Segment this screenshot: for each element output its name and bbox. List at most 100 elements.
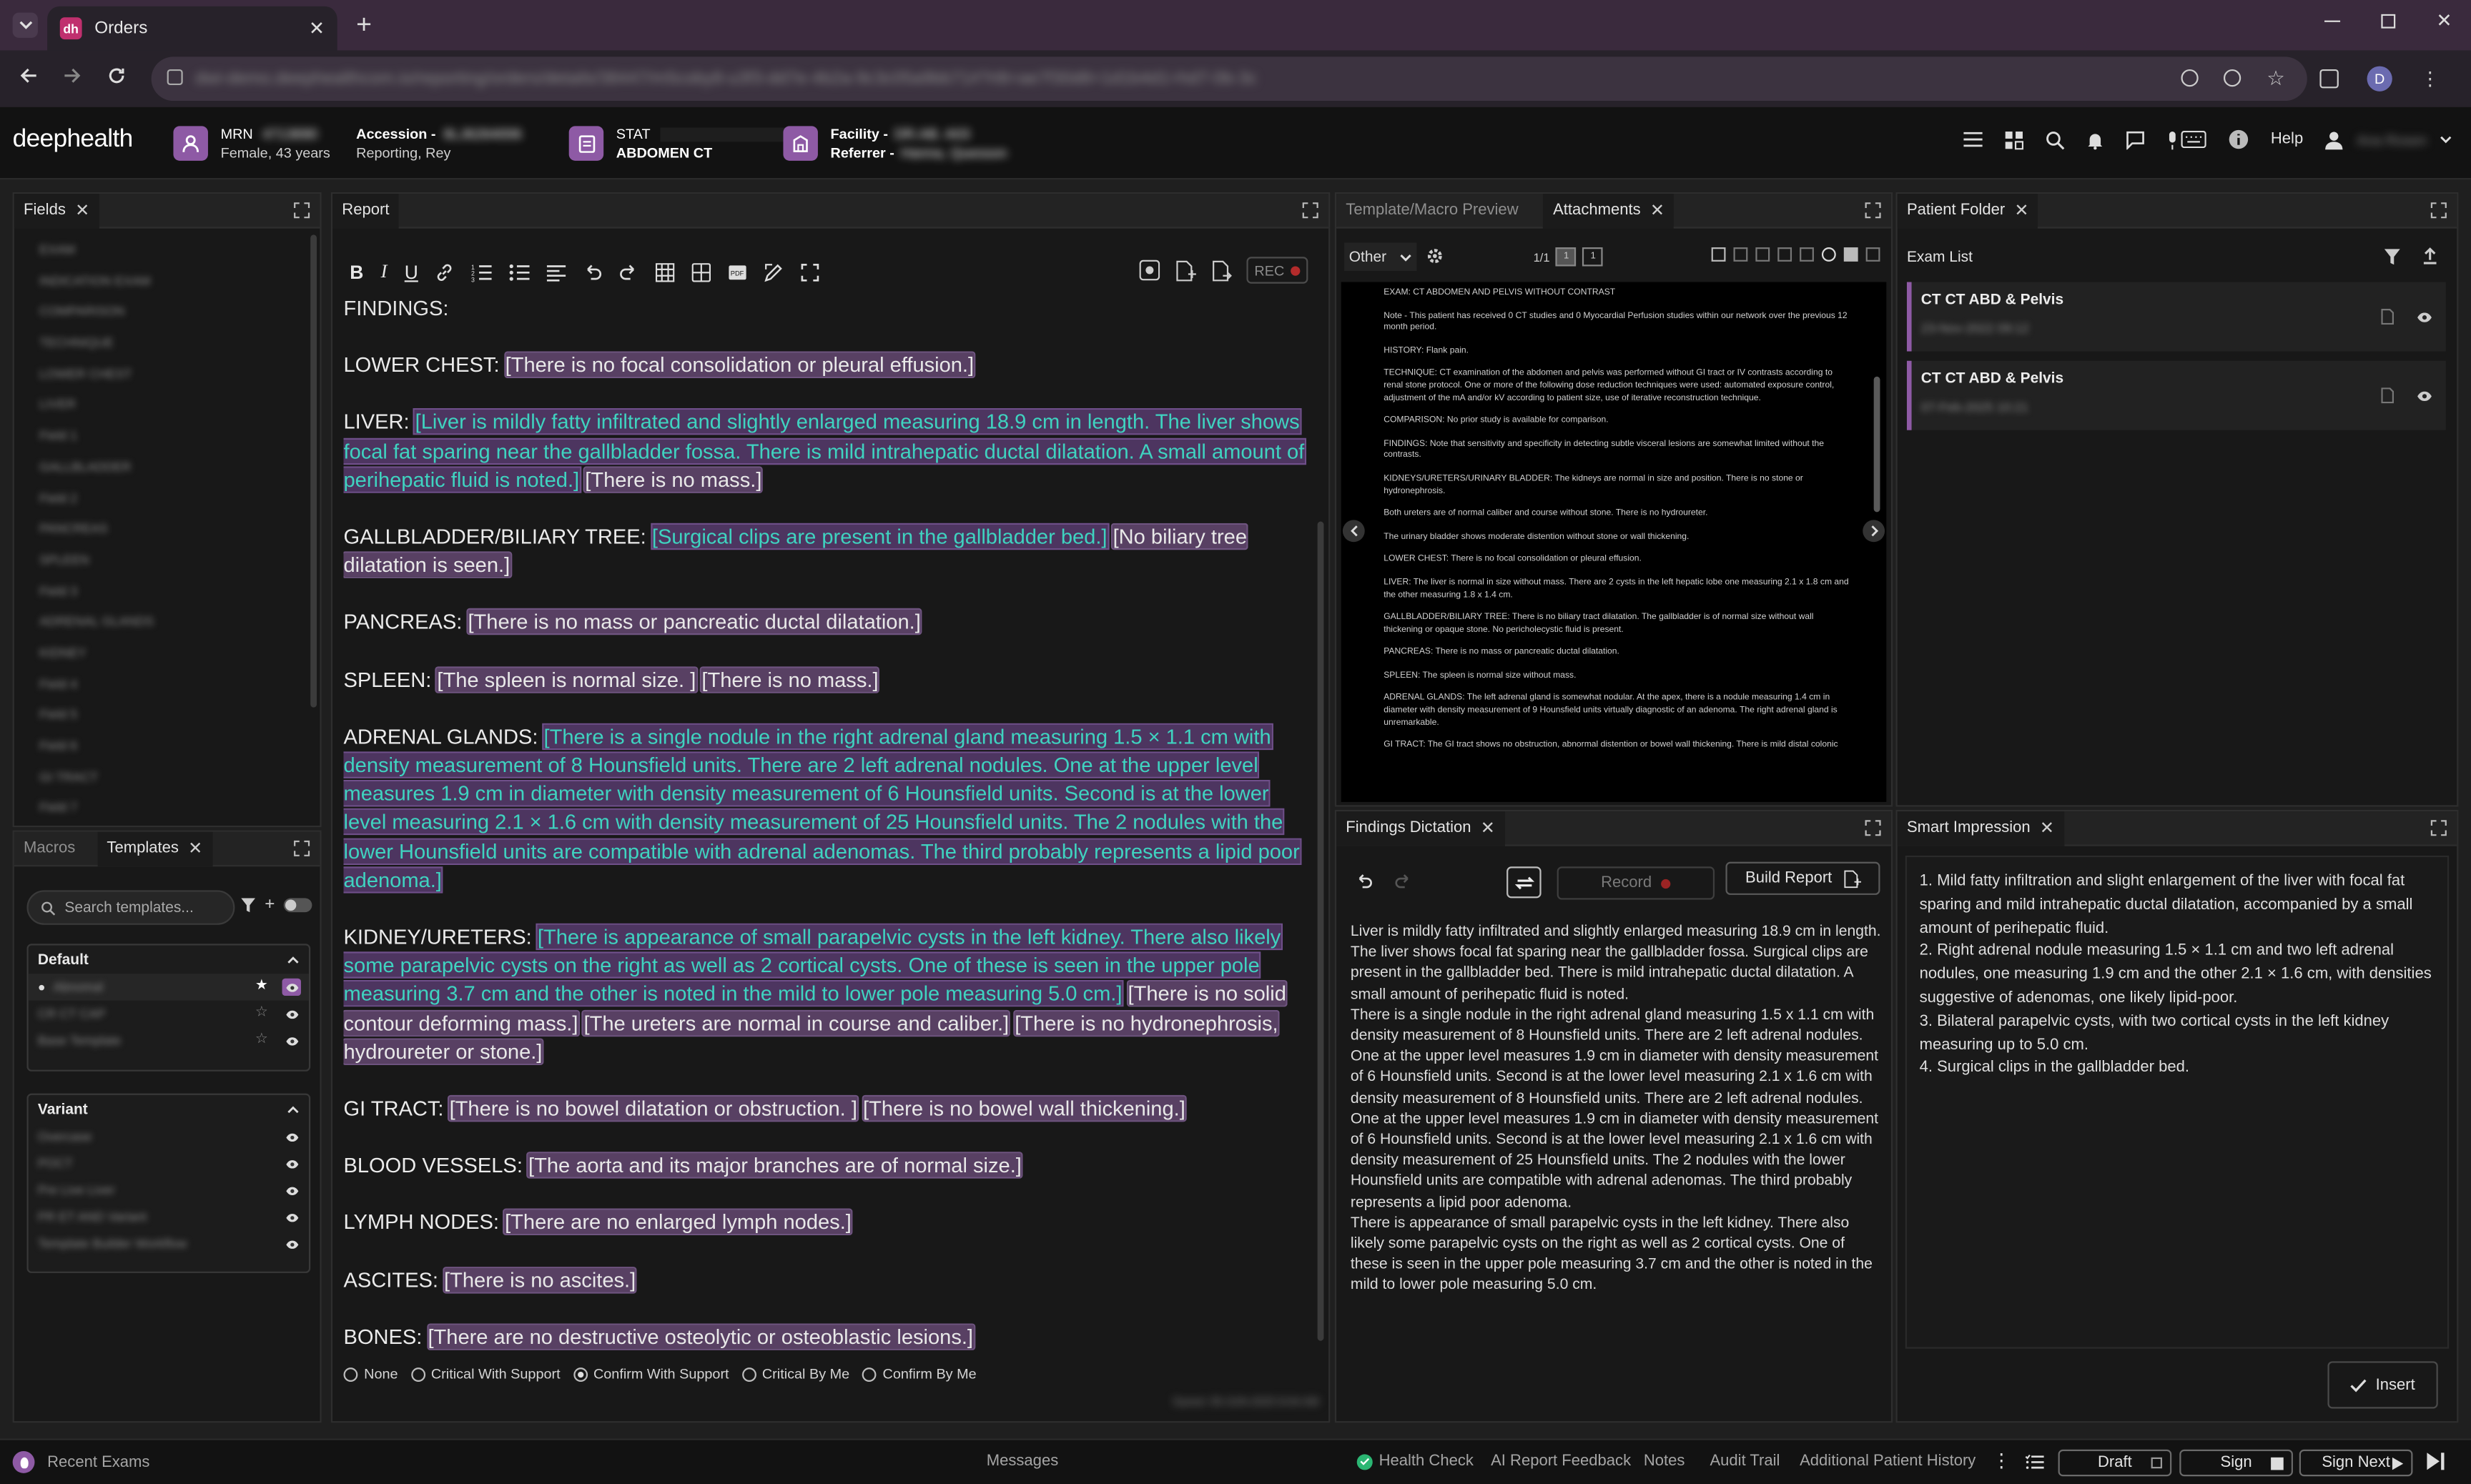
field-item[interactable]: LOWER CHEST xyxy=(14,359,320,390)
fields-scrollbar[interactable] xyxy=(310,234,317,708)
accession-block[interactable]: Accession - 8LJ6264006 Reporting, Rey xyxy=(356,124,522,162)
attachment-category-select[interactable]: Other xyxy=(1344,242,1417,272)
expand-icon[interactable] xyxy=(293,202,310,219)
expand-icon[interactable] xyxy=(2430,202,2447,219)
two-page-icon[interactable] xyxy=(1733,247,1748,262)
field-item[interactable]: EXAM xyxy=(14,234,320,265)
eye-icon[interactable] xyxy=(2416,390,2433,401)
page-button-b[interactable]: 1 xyxy=(1582,247,1604,267)
sign-next-button[interactable]: Sign Next xyxy=(2299,1449,2413,1477)
bookmark-star-icon[interactable]: ☆ xyxy=(2267,68,2285,89)
ai-report-feedback-link[interactable]: AI Report Feedback xyxy=(1491,1453,1631,1470)
template-item[interactable]: Base Template ☆ xyxy=(29,1027,309,1054)
bold-icon[interactable]: B xyxy=(350,261,363,283)
template-item[interactable]: Pre Live Liver xyxy=(29,1177,309,1203)
star-icon[interactable]: ★ xyxy=(255,977,268,994)
criticality-radio[interactable]: Critical With Support xyxy=(410,1366,561,1382)
health-check-button[interactable]: Health Check xyxy=(1356,1453,1474,1470)
rec-button[interactable]: REC xyxy=(1246,257,1308,284)
dictation-text[interactable]: Liver is mildly fatty infiltrated and sl… xyxy=(1351,921,1883,1296)
sign-button[interactable]: Sign xyxy=(2179,1449,2293,1477)
more-tools-icon[interactable] xyxy=(1865,247,1880,262)
single-page-icon[interactable] xyxy=(1711,247,1726,262)
eye-icon[interactable] xyxy=(282,1182,301,1199)
default-field[interactable]: [The aorta and its major branches are of… xyxy=(526,1152,1024,1179)
field-item[interactable]: GI TRACT xyxy=(14,762,320,793)
ordered-list-icon[interactable]: 123 xyxy=(472,262,493,281)
table-icon[interactable] xyxy=(656,262,676,282)
tab-smart-impression[interactable]: Smart Impression ✕ xyxy=(1897,811,2064,846)
reload-icon[interactable] xyxy=(107,66,126,85)
default-field[interactable]: [There are no destructive osteolytic or … xyxy=(426,1323,975,1350)
next-page-button[interactable] xyxy=(1863,520,1885,543)
field-item[interactable]: KIDNEY xyxy=(14,638,320,669)
star-icon[interactable]: ☆ xyxy=(255,1004,268,1021)
zoom-in-icon[interactable] xyxy=(1821,247,1836,262)
scroll-view-icon[interactable] xyxy=(1755,247,1770,262)
report-editor[interactable]: FINDINGS: LOWER CHEST: [There is no foca… xyxy=(343,295,1311,1350)
expand-icon[interactable] xyxy=(2430,819,2447,836)
pdf-icon[interactable]: PDF xyxy=(729,262,747,281)
insert-button[interactable]: Insert xyxy=(2327,1361,2438,1409)
field-item[interactable]: Field 1 xyxy=(14,421,320,452)
filter-icon[interactable] xyxy=(2384,248,2400,264)
info-icon[interactable] xyxy=(2228,129,2249,150)
template-item[interactable]: POCT xyxy=(29,1150,309,1177)
template-item[interactable]: PR ET AND Variant xyxy=(29,1204,309,1230)
tab-search-icon[interactable] xyxy=(12,12,38,38)
field-item[interactable]: Field 6 xyxy=(14,731,320,762)
bell-icon[interactable] xyxy=(2086,130,2103,149)
exam-card[interactable]: CT CT ABD & Pelvis 07-Feb-2025 10:21 xyxy=(1906,360,2446,430)
dictation-mic-keyboard[interactable] xyxy=(2166,130,2206,149)
patient-block[interactable]: MRN 4713690 Female, 43 years xyxy=(173,124,330,162)
field-item[interactable]: Field 2 xyxy=(14,483,320,514)
close-icon[interactable]: ✕ xyxy=(75,200,89,220)
eye-icon[interactable] xyxy=(282,1155,301,1172)
fit-icon[interactable] xyxy=(1843,247,1858,262)
field-item[interactable]: Field 3 xyxy=(14,576,320,607)
default-field[interactable]: [The ureters are normal in course and ca… xyxy=(582,1009,1011,1037)
close-icon[interactable]: ✕ xyxy=(2040,818,2054,838)
fullscreen-icon[interactable] xyxy=(801,262,820,281)
expand-icon[interactable] xyxy=(1302,202,1319,219)
default-field[interactable]: [There is no focal consolidation or pleu… xyxy=(503,351,976,379)
tab-patient-folder[interactable]: Patient Folder ✕ xyxy=(1897,193,2038,228)
undo-icon[interactable] xyxy=(1356,873,1373,889)
more-options-icon[interactable]: ⋮ xyxy=(1992,1450,2011,1472)
messages-link[interactable]: Messages xyxy=(987,1453,1058,1470)
template-item[interactable]: ● Abnomal ★ xyxy=(28,974,310,1001)
link-icon[interactable] xyxy=(435,262,454,281)
dictation-mode-toggle[interactable] xyxy=(1506,866,1542,899)
close-icon[interactable]: ✕ xyxy=(1481,818,1495,838)
field-item[interactable]: GALLBLADDER xyxy=(14,452,320,483)
chat-icon[interactable] xyxy=(2126,130,2144,149)
browser-menu-icon[interactable]: ⋮ xyxy=(2420,69,2439,88)
record-button[interactable]: Record xyxy=(1557,866,1715,900)
audit-trail-link[interactable]: Audit Trail xyxy=(1710,1453,1780,1470)
user-menu[interactable]: Ana Rosen xyxy=(2325,130,2452,149)
criticality-radio[interactable]: Critical By Me xyxy=(741,1366,849,1382)
filter-icon[interactable] xyxy=(241,898,256,913)
template-search-input[interactable]: Search templates... xyxy=(26,890,235,925)
attachment-document-viewer[interactable]: EXAM: CT ABDOMEN AND PELVIS WITHOUT CONT… xyxy=(1341,282,1887,802)
help-link[interactable]: Help xyxy=(2271,131,2303,148)
italic-icon[interactable]: I xyxy=(381,260,388,284)
eye-icon[interactable] xyxy=(282,1005,301,1022)
close-icon[interactable]: ✕ xyxy=(2014,200,2028,220)
undo-icon[interactable] xyxy=(583,263,602,280)
tab-findings-dictation[interactable]: Findings Dictation ✕ xyxy=(1336,811,1505,846)
report-scrollbar[interactable] xyxy=(1317,521,1324,1341)
grid-view-icon[interactable] xyxy=(1777,247,1792,262)
default-field[interactable]: [There are no enlarged lymph nodes.] xyxy=(503,1209,854,1237)
default-field[interactable]: [There is no mass.] xyxy=(700,666,880,693)
default-field[interactable]: [There is no mass.] xyxy=(583,466,764,493)
minimize-icon[interactable] xyxy=(2324,19,2340,21)
criticality-radio[interactable]: Confirm With Support xyxy=(573,1366,729,1382)
criticality-radio[interactable]: Confirm By Me xyxy=(862,1366,977,1382)
ai-filled-field[interactable]: [Liver is mildly fatty infiltrated and s… xyxy=(343,408,1306,493)
facility-block[interactable]: Facility - DR.AB. A03 Referrer - Hanna, Qu… xyxy=(783,124,1007,162)
expand-icon[interactable] xyxy=(293,840,310,857)
tab-fields[interactable]: Fields ✕ xyxy=(14,193,99,228)
redo-icon[interactable] xyxy=(1395,873,1412,889)
field-item[interactable]: ADRENAL GLANDS xyxy=(14,607,320,638)
